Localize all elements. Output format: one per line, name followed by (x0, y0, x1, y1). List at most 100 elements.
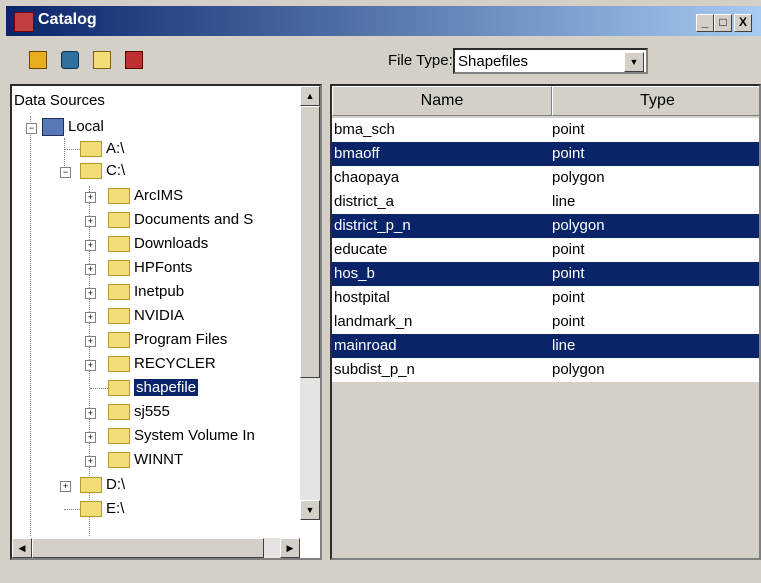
tree-item-label: WINNT (134, 451, 184, 468)
expand-toggle[interactable]: + (85, 336, 96, 347)
expand-toggle[interactable]: + (85, 432, 96, 443)
open-folder-icon (80, 163, 102, 180)
file-name: district_a (334, 193, 395, 210)
file-type: line (552, 193, 576, 210)
toolbar: File Type: Shapefiles ▼ (6, 38, 761, 84)
tree-item-a[interactable]: A:\ (80, 138, 124, 160)
tree-item-label: Documents and S (134, 211, 254, 228)
tree-item-c[interactable]: C:\ (80, 160, 125, 182)
maximize-button[interactable]: □ (714, 14, 732, 32)
collapse-c-toggle[interactable]: − (60, 167, 71, 178)
file-row[interactable]: bmaoff point (332, 142, 759, 166)
delete-button[interactable] (122, 48, 144, 70)
folder-icon (108, 404, 130, 421)
delete-icon (125, 51, 143, 69)
file-row[interactable]: educate point (332, 238, 759, 262)
up-folder-button[interactable] (90, 48, 112, 70)
file-row[interactable]: district_p_n polygon (332, 214, 759, 238)
expand-toggle[interactable]: + (85, 288, 96, 299)
file-type-select[interactable]: Shapefiles ▼ (453, 48, 648, 74)
server-icon (61, 51, 79, 69)
file-row[interactable]: landmark_n point (332, 310, 759, 334)
tree-item-folder[interactable]: NVIDIA (108, 305, 184, 327)
collapse-local-toggle[interactable]: − (26, 123, 37, 134)
expand-toggle[interactable]: + (85, 360, 96, 371)
file-row[interactable]: hostpital point (332, 286, 759, 310)
folder-icon (108, 380, 130, 397)
expand-toggle[interactable]: + (85, 408, 96, 419)
file-name: district_p_n (334, 217, 411, 234)
tree-vertical-scrollbar[interactable]: ▲ ▼ (300, 86, 320, 520)
tree-item-folder[interactable]: HPFonts (108, 257, 192, 279)
file-row[interactable]: subdist_p_n polygon (332, 358, 759, 382)
tree-item-shapefile[interactable]: shapefile (108, 377, 199, 399)
file-list[interactable]: Name Type bma_sch point bmaoff point chaopay… (330, 84, 761, 560)
tree-item-folder[interactable]: RECYCLER (108, 353, 216, 375)
scroll-thumb[interactable] (32, 538, 264, 558)
computer-icon (42, 118, 64, 137)
add-connection-icon (29, 51, 47, 69)
folder-icon (108, 188, 130, 205)
file-row[interactable]: bma_sch point (332, 118, 759, 142)
folder-icon (108, 284, 130, 301)
connect-server-button[interactable] (58, 48, 80, 70)
tree-item-label: sj555 (134, 403, 170, 420)
catalog-icon (14, 12, 34, 32)
chevron-down-icon[interactable]: ▼ (624, 52, 644, 72)
file-type: point (552, 265, 585, 282)
tree-item-d[interactable]: D:\ (80, 474, 125, 496)
tree-item-folder[interactable]: Program Files (108, 329, 227, 351)
tree-item-folder[interactable]: System Volume In (108, 425, 255, 447)
file-type-label: File Type: (388, 52, 453, 69)
tree-root: Data Sources (14, 92, 105, 109)
expand-toggle[interactable]: + (60, 481, 71, 492)
tree-item-folder[interactable]: Documents and S (108, 209, 253, 231)
expand-toggle[interactable]: + (85, 240, 96, 251)
tree-item-folder[interactable]: Downloads (108, 233, 208, 255)
close-button[interactable]: X (734, 14, 752, 32)
title-bar[interactable]: Catalog _ □ X (6, 6, 761, 36)
file-row[interactable]: chaopaya polygon (332, 166, 759, 190)
minimize-button[interactable]: _ (696, 14, 714, 32)
file-name: bma_sch (334, 121, 395, 138)
tree-item-folder[interactable]: ArcIMS (108, 185, 183, 207)
scroll-right-icon[interactable]: ▶ (280, 538, 300, 558)
scroll-left-icon[interactable]: ◀ (12, 538, 32, 558)
tree-item-local[interactable]: Local (42, 116, 104, 138)
scroll-up-icon[interactable]: ▲ (300, 86, 320, 106)
tree-item-folder[interactable]: WINNT (108, 449, 183, 471)
tree-item-label: shapefile (134, 379, 199, 396)
file-name: landmark_n (334, 313, 413, 330)
folder-icon (108, 212, 130, 229)
file-row[interactable]: mainroad line (332, 334, 759, 358)
file-type: point (552, 313, 585, 330)
folder-icon (108, 428, 130, 445)
folder-icon (108, 332, 130, 349)
catalog-window: Catalog _ □ X File Type: Shapefiles ▼ Da… (0, 0, 761, 583)
expand-toggle[interactable]: + (85, 264, 96, 275)
file-type: polygon (552, 169, 605, 186)
scroll-down-icon[interactable]: ▼ (300, 500, 320, 520)
expand-toggle[interactable]: + (85, 456, 96, 467)
column-header-name[interactable]: Name (332, 86, 552, 116)
tree-item-e[interactable]: E:\ (80, 498, 124, 520)
tree-horizontal-scrollbar[interactable]: ◀ ▶ (12, 538, 300, 558)
tree-item-label: D:\ (106, 476, 126, 493)
tree-item-label: Local (68, 118, 104, 135)
add-connection-button[interactable] (26, 48, 48, 70)
file-type: point (552, 241, 585, 258)
tree-item-folder[interactable]: Inetpub (108, 281, 184, 303)
file-row[interactable]: hos_b point (332, 262, 759, 286)
expand-toggle[interactable]: + (85, 216, 96, 227)
file-row[interactable]: district_a line (332, 190, 759, 214)
tree-item-label: System Volume In (134, 427, 255, 444)
expand-toggle[interactable]: + (85, 312, 96, 323)
scroll-thumb[interactable] (300, 106, 320, 378)
folder-icon (108, 356, 130, 373)
column-header-type[interactable]: Type (552, 86, 759, 116)
expand-toggle[interactable]: + (85, 192, 96, 203)
tree-item-folder[interactable]: sj555 (108, 401, 170, 423)
drive-icon (80, 477, 102, 494)
data-sources-tree[interactable]: Data Sources − Local A:\ − C:\ + ArcIMS … (10, 84, 322, 560)
file-name: chaopaya (334, 169, 400, 186)
